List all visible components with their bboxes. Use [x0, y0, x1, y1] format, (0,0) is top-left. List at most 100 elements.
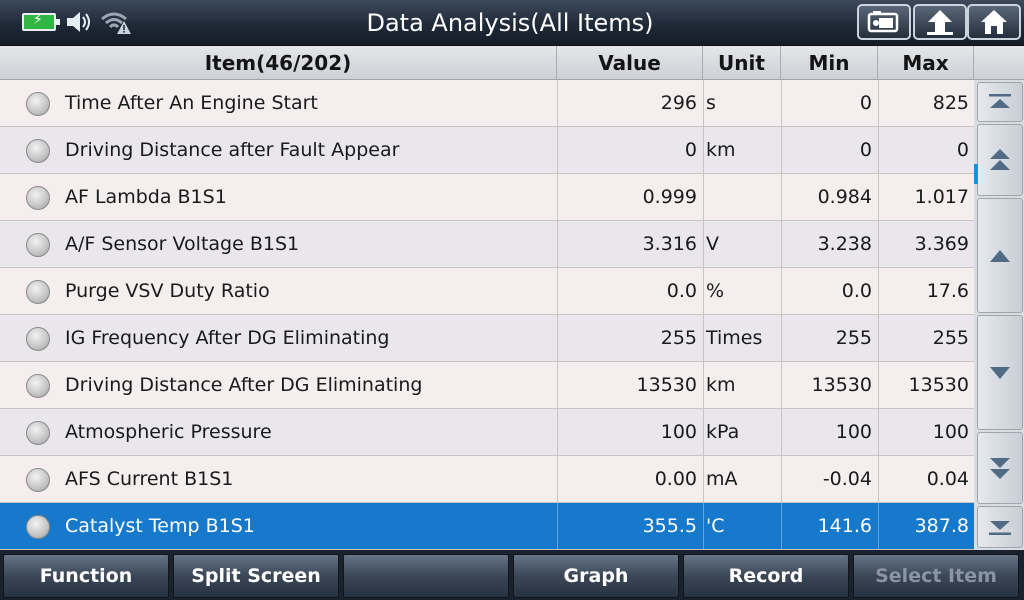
table-row[interactable]: Driving Distance After DG Eliminating 135…	[0, 362, 974, 409]
row-item-name: Atmospheric Pressure	[65, 421, 272, 443]
row-unit: mA	[706, 468, 738, 490]
home-button[interactable]	[967, 4, 1021, 40]
column-divider	[878, 127, 879, 173]
row-select-radio[interactable]	[26, 92, 50, 116]
row-select-radio[interactable]	[26, 186, 50, 210]
row-value: 0.999	[642, 186, 697, 208]
graph-button[interactable]: Graph	[513, 554, 679, 598]
row-min: 13530	[811, 374, 872, 396]
row-max: 3.369	[914, 233, 969, 255]
scroll-top-icon	[989, 94, 1011, 108]
column-divider	[703, 456, 704, 502]
row-value: 13530	[636, 374, 697, 396]
row-value: 296	[660, 92, 697, 114]
table-row[interactable]: AF Lambda B1S1 0.999 0.984 1.017	[0, 174, 974, 221]
row-max: 1.017	[914, 186, 969, 208]
row-min: -0.04	[822, 468, 872, 490]
column-divider	[557, 362, 558, 408]
row-unit: s	[706, 92, 716, 114]
column-divider	[781, 268, 782, 314]
page-up-button[interactable]	[977, 124, 1023, 196]
row-select-radio[interactable]	[26, 139, 50, 163]
row-unit: km	[706, 374, 736, 396]
row-min: 0	[859, 139, 872, 161]
row-min: 0.0	[841, 280, 872, 302]
row-max: 100	[932, 421, 969, 443]
column-divider	[878, 80, 879, 126]
row-value: 100	[660, 421, 697, 443]
row-select-radio[interactable]	[26, 515, 50, 539]
table-row[interactable]: Driving Distance after Fault Appear 0 km 0 0	[0, 127, 974, 174]
row-value: 255	[660, 327, 697, 349]
column-divider	[557, 268, 558, 314]
column-divider	[781, 80, 782, 126]
row-unit	[706, 174, 778, 220]
scroll-bottom-icon	[989, 521, 1011, 535]
row-value: 0	[684, 139, 697, 161]
row-select-radio[interactable]	[26, 374, 50, 398]
table-row[interactable]: Atmospheric Pressure 100 kPa 100 100	[0, 409, 974, 456]
column-divider	[557, 409, 558, 455]
row-unit: Times	[706, 327, 763, 349]
column-divider	[878, 174, 879, 220]
row-max: 255	[932, 327, 969, 349]
row-value: 355.5	[642, 515, 697, 537]
row-select-radio[interactable]	[26, 233, 50, 257]
back-arrow-icon	[927, 10, 953, 35]
table-row[interactable]: Time After An Engine Start 296 s 0 825	[0, 80, 974, 127]
column-header-item[interactable]: Item(46/202)	[0, 46, 557, 80]
page-down-button[interactable]	[977, 432, 1023, 504]
column-divider	[781, 362, 782, 408]
function-button[interactable]: Function	[3, 554, 169, 598]
row-item-name: Catalyst Temp B1S1	[65, 515, 255, 537]
screenshot-button[interactable]	[857, 4, 911, 40]
row-min: 3.238	[817, 233, 872, 255]
column-divider	[703, 127, 704, 173]
scroll-up-button[interactable]	[977, 198, 1023, 313]
table-row[interactable]: A/F Sensor Voltage B1S1 3.316 V 3.238 3.369	[0, 221, 974, 268]
column-divider	[781, 315, 782, 361]
column-divider	[781, 409, 782, 455]
scroll-down-button[interactable]	[977, 315, 1023, 430]
column-divider	[781, 456, 782, 502]
row-select-radio[interactable]	[26, 421, 50, 445]
split-screen-button[interactable]: Split Screen	[173, 554, 339, 598]
battery-charging-icon: ⚡	[22, 12, 60, 31]
row-min: 0.984	[817, 186, 872, 208]
bottom-toolbar: Function Split Screen Graph Record Selec…	[0, 550, 1024, 600]
row-item-name: AFS Current B1S1	[65, 468, 234, 490]
row-min: 0	[859, 92, 872, 114]
row-select-radio[interactable]	[26, 468, 50, 492]
scroll-bottom-button[interactable]	[977, 506, 1023, 548]
row-min: 141.6	[817, 515, 872, 537]
row-min: 100	[835, 421, 872, 443]
back-button[interactable]	[913, 4, 967, 40]
row-unit: km	[706, 139, 736, 161]
row-unit: %	[706, 280, 725, 302]
row-unit: 'C	[706, 515, 725, 537]
select-item-button[interactable]: Select Item	[853, 554, 1019, 598]
row-select-radio[interactable]	[26, 327, 50, 351]
table-row[interactable]: IG Frequency After DG Eliminating 255 Time…	[0, 315, 974, 362]
column-divider	[557, 174, 558, 220]
blank-button[interactable]	[343, 554, 509, 598]
scroll-top-button[interactable]	[977, 82, 1023, 122]
record-button[interactable]: Record	[683, 554, 849, 598]
column-divider	[878, 221, 879, 267]
row-item-name: A/F Sensor Voltage B1S1	[65, 233, 300, 255]
column-divider	[703, 80, 704, 126]
table-row[interactable]: AFS Current B1S1 0.00 mA -0.04 0.04	[0, 456, 974, 503]
row-max: 387.8	[914, 515, 969, 537]
column-divider	[557, 315, 558, 361]
title-bar: ⚡ Data Analysis(All Items)	[0, 0, 1024, 46]
column-divider	[781, 174, 782, 220]
column-divider	[878, 409, 879, 455]
row-item-name: Purge VSV Duty Ratio	[65, 280, 270, 302]
chevron-up-icon	[990, 249, 1010, 262]
table-row[interactable]: Purge VSV Duty Ratio 0.0% 0.0 17.6	[0, 268, 974, 315]
row-select-radio[interactable]	[26, 280, 50, 304]
column-divider	[703, 409, 704, 455]
column-header-min: Min	[781, 46, 878, 80]
table-row[interactable]: Catalyst Temp B1S1 355.5 'C 141.6 387.8	[0, 503, 974, 550]
column-divider	[878, 503, 879, 549]
